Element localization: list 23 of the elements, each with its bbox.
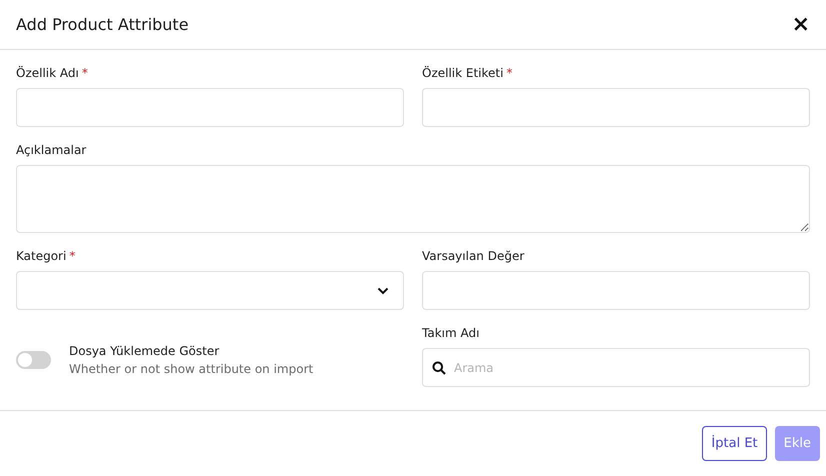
required-mark: * [69, 249, 76, 263]
toggle-label: Dosya Yüklemede Göster [69, 344, 220, 358]
text-field[interactable] [422, 88, 810, 127]
required-mark: * [82, 66, 88, 80]
textarea-field[interactable] [16, 165, 810, 233]
field-label: Kategori [16, 249, 66, 263]
search-icon [432, 361, 446, 375]
field-label: Açıklamalar [16, 143, 86, 157]
text-field[interactable] [422, 271, 810, 310]
close-button[interactable]: × [790, 14, 812, 36]
toggle-switch[interactable] [16, 351, 51, 369]
field-label: Takım Adı [422, 326, 480, 340]
field-label: Özellik Etiketi [422, 66, 504, 80]
field-label: Özellik Adı [16, 66, 79, 80]
select-dropdown[interactable] [16, 271, 404, 310]
dialog-title: Add Product Attribute [16, 15, 189, 34]
toggle-description: Whether or not show attribute on import [69, 362, 314, 376]
chevron-down-icon [377, 286, 389, 294]
search-field[interactable]: Arama [422, 348, 810, 387]
text-field[interactable] [16, 88, 404, 127]
field-label: Varsayılan Değer [422, 249, 524, 263]
cancel-button[interactable]: İptal Et [702, 426, 767, 461]
required-mark: * [506, 66, 512, 80]
